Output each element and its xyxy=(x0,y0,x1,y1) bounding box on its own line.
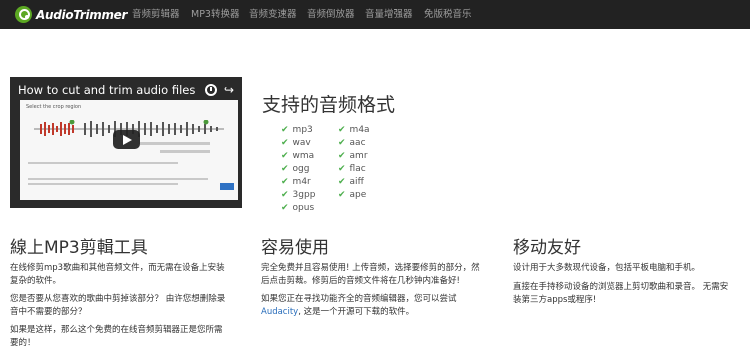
feature2-paragraph-1: 完全免费并且容易使用! 上传音频，选择要修剪的部分，然 后点击剪裁。修剪后的音频文… xyxy=(261,263,480,286)
watch-later-icon[interactable] xyxy=(205,84,217,96)
feature3-paragraph-2: 直接在手持移动设备的浏览器上剪切歌曲和录音。 无需安 装第三方apps或程序! xyxy=(513,282,729,305)
format-item: ✔ m4a xyxy=(338,125,370,135)
audiotrimmer-logo-icon xyxy=(15,6,32,23)
format-item: ✔ wav xyxy=(281,138,311,148)
format-item: ✔ opus xyxy=(281,203,315,213)
time-input-row xyxy=(160,150,210,153)
checkmark-icon: ✔ xyxy=(281,164,289,174)
format-item: ✔ aac xyxy=(338,138,366,148)
supported-formats-heading: 支持的音频格式 xyxy=(262,94,396,116)
format-item: ✔ aiff xyxy=(338,177,364,187)
feature1-paragraph-3: 如果是这样，那么这个免费的在线音频剪辑器正是您所需 要的！ xyxy=(10,325,223,348)
instruction-line xyxy=(28,178,208,180)
format-item: ✔ wma xyxy=(281,151,315,161)
video-title: How to cut and trim audio files xyxy=(18,83,196,97)
feature1-paragraph-1: 在线修剪mp3歌曲和其他音频文件，而无需在设备上安装 复杂的软件。 xyxy=(10,263,225,286)
brand-logo[interactable]: AudioTrimmer xyxy=(15,5,127,24)
format-item: ✔ flac xyxy=(338,164,366,174)
feature-online-mp3-cutter-heading: 線上MP3剪輯工具 xyxy=(10,238,148,258)
crop-button xyxy=(220,183,234,190)
instruction-line xyxy=(28,162,178,164)
nav-item-audio-reverser[interactable]: 音频倒放器 xyxy=(307,0,355,29)
share-icon[interactable]: ↪ xyxy=(224,83,234,97)
nav-item-volume-booster[interactable]: 音量增强器 xyxy=(365,0,413,29)
format-item: ✔ mp3 xyxy=(281,125,313,135)
nav-item-mp3-converter[interactable]: MP3转换器 xyxy=(191,0,239,29)
checkmark-icon: ✔ xyxy=(281,138,289,148)
feature2-paragraph-2: 如果您正在寻找功能齐全的音频编辑器，您可以尝试 Audacity, 这是一个开源可… xyxy=(261,294,457,317)
feature3-paragraph-1: 设计用于大多数现代设备，包括平板电脑和手机。 xyxy=(513,263,701,273)
instruction-line xyxy=(28,183,178,185)
checkmark-icon: ✔ xyxy=(281,190,289,200)
feature-easy-to-use-heading: 容易使用 xyxy=(261,238,329,258)
checkmark-icon: ✔ xyxy=(281,203,289,213)
nav-item-audio-cutter[interactable]: 音频剪辑器 xyxy=(132,0,180,29)
format-item: ✔ ogg xyxy=(281,164,310,174)
format-item: ✔ 3gpp xyxy=(281,190,316,200)
time-input-row xyxy=(140,142,210,145)
checkmark-icon: ✔ xyxy=(338,125,346,135)
play-button-icon[interactable] xyxy=(113,130,140,149)
checkmark-icon: ✔ xyxy=(281,177,289,187)
audacity-link[interactable]: Audacity xyxy=(261,307,298,317)
video-frame: Select the crop region xyxy=(20,100,238,200)
nav-item-royalty-free-music[interactable]: 免版税音乐 xyxy=(424,0,472,29)
video-caption: Select the crop region xyxy=(26,104,82,110)
top-navbar: AudioTrimmer 音频剪辑器 MP3转换器 音频变速器 音频倒放器 音量… xyxy=(0,0,750,29)
format-item: ✔ ape xyxy=(338,190,367,200)
checkmark-icon: ✔ xyxy=(281,151,289,161)
brand-name: AudioTrimmer xyxy=(36,7,128,22)
tutorial-video-player[interactable]: How to cut and trim audio files ↪ Select… xyxy=(10,77,242,208)
checkmark-icon: ✔ xyxy=(338,164,346,174)
nav-item-audio-speed-changer[interactable]: 音频变速器 xyxy=(249,0,297,29)
checkmark-icon: ✔ xyxy=(338,190,346,200)
checkmark-icon: ✔ xyxy=(338,151,346,161)
feature-mobile-friendly-heading: 移动友好 xyxy=(513,238,581,258)
format-item: ✔ amr xyxy=(338,151,368,161)
checkmark-icon: ✔ xyxy=(338,177,346,187)
checkmark-icon: ✔ xyxy=(281,125,289,135)
checkmark-icon: ✔ xyxy=(338,138,346,148)
format-item: ✔ m4r xyxy=(281,177,311,187)
feature1-paragraph-2: 您是否要从您喜欢的歌曲中剪掉该部分？ 由许您想删除录 音中不需要的部分？ xyxy=(10,294,226,317)
